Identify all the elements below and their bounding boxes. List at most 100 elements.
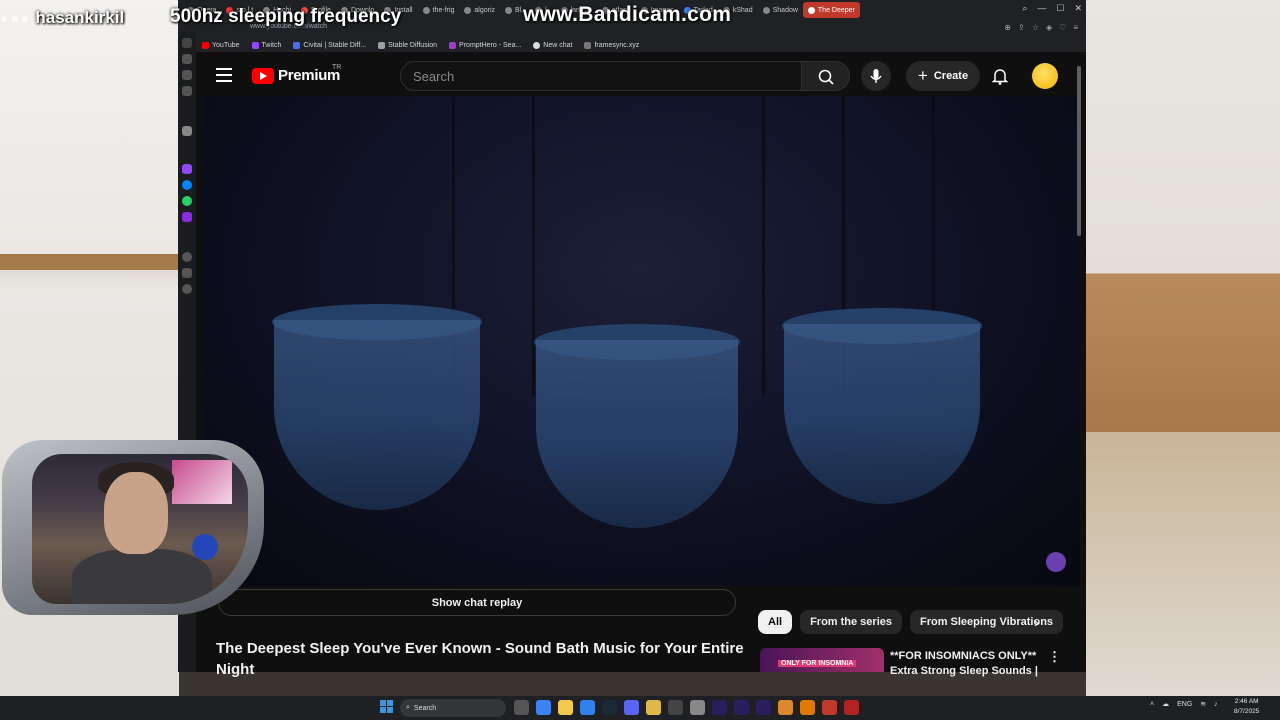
bookmark-stable-diffusion[interactable]: Stable Diffusion	[378, 41, 437, 49]
volume-icon[interactable]: ♪	[1214, 701, 1218, 708]
task-view-icon[interactable]	[514, 700, 529, 715]
minimize-icon[interactable]: —	[1037, 3, 1046, 14]
network-icon[interactable]: ☁	[1162, 700, 1169, 708]
system-tray: ˄ ☁ ENG ≋ ♪	[1150, 700, 1218, 709]
search-tabs-icon[interactable]: ⌕	[1022, 3, 1027, 14]
whatsapp-icon[interactable]	[182, 196, 192, 206]
bookmark-twitch[interactable]: Twitch	[251, 41, 282, 49]
channel-watermark-icon[interactable]	[1046, 552, 1066, 572]
share-icon[interactable]: ⇪	[1018, 23, 1025, 32]
recorder-icon[interactable]	[844, 700, 859, 715]
browser-tab[interactable]: Shadow	[758, 2, 803, 18]
crystal-bowl	[784, 324, 980, 504]
streamer-face	[104, 472, 168, 554]
browser-tab-active[interactable]: The Deeper	[802, 2, 860, 18]
notifications-button[interactable]	[989, 65, 1011, 87]
zoom-icon[interactable]: ⊕	[1004, 23, 1011, 32]
shield-icon[interactable]: ◈	[1046, 23, 1052, 32]
recommendation-thumbnail[interactable]: ONLY FOR INSOMNIA	[760, 648, 884, 672]
bookmark-new-chat[interactable]: New chat	[533, 41, 572, 49]
history-icon[interactable]	[182, 252, 192, 262]
edge-icon[interactable]	[580, 700, 595, 715]
prompthero-icon	[449, 41, 457, 49]
address-bar-icons: ⊕ ⇪ ☆ ◈ ♡ ≡	[1004, 23, 1078, 32]
bookmark-framesync[interactable]: framesync.xyz	[584, 41, 639, 49]
obs-icon[interactable]	[668, 700, 683, 715]
windows-start-icon[interactable]	[380, 700, 394, 714]
home-icon[interactable]	[182, 54, 192, 64]
media-encoder-icon[interactable]	[734, 700, 749, 715]
video-player[interactable]	[202, 96, 1080, 586]
chip-all[interactable]: All	[758, 610, 793, 634]
curtain-line	[762, 96, 765, 396]
after-effects-icon[interactable]	[756, 700, 771, 715]
taskbar-apps	[514, 700, 859, 715]
chevron-up-icon[interactable]: ˄	[1150, 701, 1154, 708]
bell-icon	[991, 69, 1009, 85]
twitch-icon[interactable]	[182, 164, 192, 174]
blender-icon[interactable]	[778, 700, 793, 715]
settings-icon[interactable]	[182, 284, 192, 294]
bookmark-prompthero[interactable]: PromptHero - Sea...	[449, 41, 521, 49]
search-input[interactable]: Search	[400, 61, 802, 91]
show-chat-replay-button[interactable]: Show chat replay	[218, 589, 736, 616]
copilot-icon[interactable]	[536, 700, 551, 715]
language-indicator[interactable]: ENG	[1177, 701, 1192, 708]
youtube-icon	[202, 41, 209, 49]
opera-icon[interactable]	[822, 700, 837, 715]
tab-favicon-icon	[807, 6, 815, 14]
menu-hamburger-icon[interactable]	[216, 68, 232, 82]
screen: Opera s.p.l.t Hachi Profile Downlo Insta…	[0, 0, 1280, 720]
scrollbar-thumb[interactable]	[1077, 66, 1081, 236]
tab-label: The Deeper	[817, 6, 855, 14]
voice-search-button[interactable]	[861, 61, 891, 91]
premiere-icon[interactable]	[712, 700, 727, 715]
chevron-right-icon[interactable]: ›	[1034, 614, 1039, 630]
app-icon[interactable]	[690, 700, 705, 715]
steam-icon[interactable]	[602, 700, 617, 715]
more-vertical-icon[interactable]: ⋮	[1048, 649, 1061, 665]
browser-tab[interactable]: the-frig	[418, 2, 460, 18]
logo-text: Premium	[278, 67, 341, 84]
chatgpt-icon	[533, 41, 541, 49]
webcam-view	[32, 454, 248, 604]
back-icon[interactable]	[182, 38, 192, 48]
app-icon[interactable]	[646, 700, 661, 715]
chip-from-sleeping-vibrations[interactable]: From Sleeping Vibrations	[909, 610, 1064, 634]
aria-icon[interactable]	[182, 126, 192, 136]
create-button[interactable]: + Create	[906, 61, 980, 91]
search-app-icon[interactable]	[800, 700, 815, 715]
bookmark-youtube[interactable]: YouTube	[202, 41, 240, 49]
tab-label: the-frig	[432, 6, 455, 14]
youtube-play-icon	[252, 67, 274, 84]
microphone-icon	[870, 69, 882, 83]
file-explorer-icon[interactable]	[558, 700, 573, 715]
search-button[interactable]	[802, 61, 850, 91]
taskbar-clock[interactable]: 2:46 AM 8/7/2025	[1234, 697, 1259, 717]
bookmark-icon[interactable]: ☆	[1032, 23, 1039, 32]
tabs-icon[interactable]	[182, 86, 192, 96]
avatar[interactable]	[1032, 63, 1058, 89]
heart-icon[interactable]: ♡	[1059, 23, 1066, 32]
music-icon[interactable]	[182, 212, 192, 222]
chip-from-the-series[interactable]: From the series	[800, 610, 902, 634]
discord-icon[interactable]	[624, 700, 639, 715]
maximize-icon[interactable]: ☐	[1056, 3, 1064, 14]
window-controls: ⌕ — ☐ ✕	[1022, 3, 1082, 14]
bookmark-label: Twitch	[261, 41, 282, 49]
scrollbar[interactable]	[1076, 56, 1082, 672]
downloads-icon[interactable]	[182, 268, 192, 278]
messenger-icon[interactable]	[182, 180, 192, 190]
browser-tab[interactable]: algoriz	[459, 2, 500, 18]
tab-label: Shadow	[772, 6, 798, 14]
wallet-icon[interactable]	[182, 70, 192, 80]
stream-overlay-user: ●●● hasankirkil	[0, 6, 124, 30]
recommendation-title[interactable]: **FOR INSOMNIACS ONLY** Extra Strong Sle…	[890, 649, 1040, 679]
bookmark-civitai[interactable]: Civitai | Stable Diff...	[293, 41, 366, 49]
youtube-premium-logo[interactable]: Premium	[252, 67, 340, 84]
menu-icon[interactable]: ≡	[1073, 23, 1078, 32]
taskbar-search[interactable]: ⌕ Search	[400, 699, 506, 717]
clock-date: 8/7/2025	[1234, 708, 1260, 715]
close-icon[interactable]: ✕	[1074, 3, 1082, 14]
wifi-icon[interactable]: ≋	[1200, 700, 1206, 708]
